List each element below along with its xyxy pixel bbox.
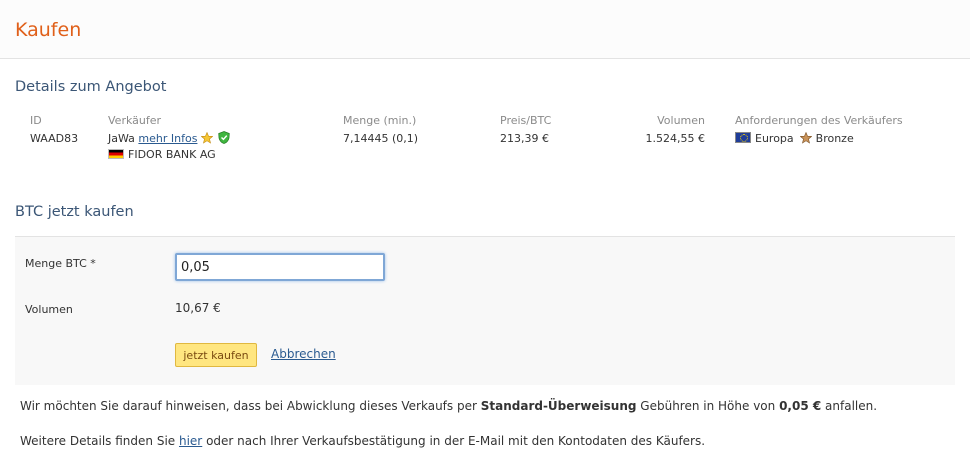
col-header-requirements: Anforderungen des Verkäufers [735, 114, 903, 127]
offer-details-table: ID WAAD83 Verkäufer JaWa mehr Infos FIDO… [0, 114, 970, 174]
details-note: Weitere Details finden Sie hier oder nac… [20, 434, 705, 448]
offer-id: WAAD83 [30, 132, 79, 145]
page-title: Kaufen [15, 19, 82, 41]
btc-amount-input[interactable] [175, 253, 385, 281]
col-header-price: Preis/BTC [500, 114, 552, 127]
details-note-end: oder nach Ihrer Verkaufsbestätigung in d… [202, 434, 706, 448]
seller-line: JaWa mehr Infos [108, 131, 231, 147]
amount-label: Menge BTC * [25, 257, 96, 270]
eu-flag-icon [735, 132, 751, 143]
seller-more-info-link[interactable]: mehr Infos [138, 132, 197, 145]
col-volume: Volumen 1.524,55 € [620, 114, 705, 147]
buy-form: Menge BTC * Volumen 10,67 € jetzt kaufen… [15, 236, 955, 385]
fee-note-mid: Gebühren in Höhe von [636, 399, 780, 413]
details-note-text: Weitere Details finden Sie [20, 434, 179, 448]
fee-amount: 0,05 € [779, 399, 822, 413]
seller-bank: FIDOR BANK AG [128, 148, 216, 161]
verified-shield-icon [218, 131, 231, 144]
seller-name: JaWa [108, 132, 135, 145]
col-seller: Verkäufer JaWa mehr Infos FIDOR BANK AG [108, 114, 231, 163]
buy-now-button[interactable]: jetzt kaufen [175, 343, 257, 367]
fee-method: Standard-Überweisung [480, 399, 637, 413]
requirements-line: Europa Bronze [735, 131, 903, 147]
fee-note-end: anfallen. [821, 399, 878, 413]
germany-flag-icon [108, 149, 124, 159]
col-header-volume: Volumen [657, 114, 705, 127]
col-id: ID WAAD83 [30, 114, 78, 147]
col-header-id: ID [30, 114, 42, 127]
col-header-seller: Verkäufer [108, 114, 162, 127]
col-header-amount: Menge (min.) [343, 114, 417, 127]
bronze-star-icon [800, 132, 813, 144]
seller-bank-line: FIDOR BANK AG [108, 147, 230, 163]
star-icon [200, 132, 213, 144]
offer-volume: 1.524,55 € [645, 132, 705, 145]
offer-amount: 7,14445 (0,1) [343, 132, 419, 145]
col-requirements: Anforderungen des Verkäufers Europa Bron… [735, 114, 903, 147]
page-header: Kaufen [0, 0, 970, 59]
fee-note-text: Wir möchten Sie darauf hinweisen, dass b… [20, 399, 481, 413]
col-price: Preis/BTC 213,39 € [500, 114, 551, 147]
details-here-link[interactable]: hier [179, 434, 202, 448]
volume-value: 10,67 € [175, 301, 221, 315]
requirement-region: Europa [755, 132, 794, 145]
fee-note: Wir möchten Sie darauf hinweisen, dass b… [20, 399, 877, 413]
col-amount: Menge (min.) 7,14445 (0,1) [343, 114, 418, 147]
requirement-level: Bronze [815, 132, 854, 145]
buy-section-title: BTC jetzt kaufen [15, 204, 134, 220]
volume-label: Volumen [25, 303, 73, 316]
cancel-link[interactable]: Abbrechen [271, 347, 336, 361]
offer-section-title: Details zum Angebot [15, 79, 167, 95]
offer-price: 213,39 € [500, 132, 549, 145]
